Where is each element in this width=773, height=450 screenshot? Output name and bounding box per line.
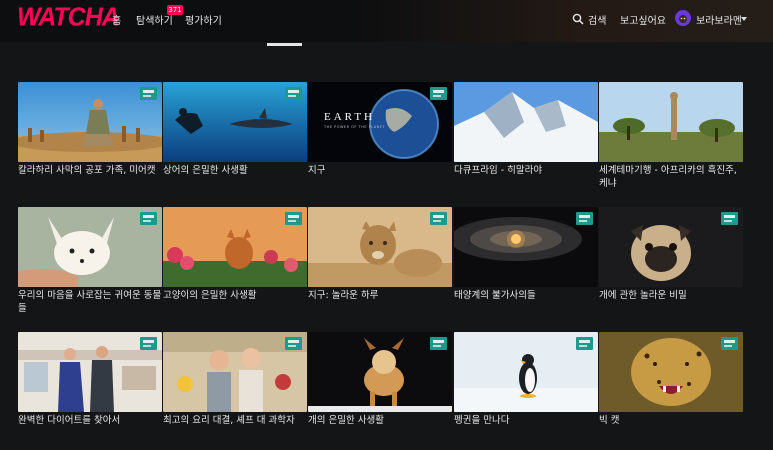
top-navigation-bar: WATCHA 홈 탐색하기 371 평가하기 검색 보고싶어요 보라보라멘 [0,0,773,42]
user-name[interactable]: 보라보라멘 [696,12,742,27]
bbc-earth-badge [721,212,738,225]
bbc-earth-badge [576,337,593,350]
poster-chef-vs-scientist[interactable] [163,332,307,412]
search-icon[interactable] [572,13,584,25]
poster-cat[interactable] [163,207,307,287]
poster-solar-system[interactable] [454,207,598,287]
card-title[interactable]: 칼라하리 사막의 공포 가족, 미어캣 [18,164,162,177]
poster-pug[interactable] [599,207,743,287]
earth-subtitle: THE POWER OF THE PLANET [323,125,386,129]
bbc-earth-badge [285,87,302,100]
nav-wishlist[interactable]: 보고싶어요 [620,12,666,27]
watcha-logo[interactable]: WATCHA [17,2,120,32]
poster-kenya[interactable] [599,82,743,162]
nav-search[interactable]: 검색 [588,12,606,27]
card-title[interactable]: 펭귄을 만나다 [454,414,598,427]
card-title[interactable]: 태양계의 불가사의들 [454,289,598,302]
bbc-earth-badge [576,212,593,225]
card-title[interactable]: 완벽한 다이어트를 찾아서 [18,414,162,427]
poster-dog[interactable] [308,332,452,412]
card-title[interactable]: 최고의 요리 대결, 셰프 대 과학자 [163,414,307,427]
chevron-down-icon[interactable] [741,17,747,21]
card-title[interactable]: 다큐프라임 - 히말라야 [454,164,598,177]
user-avatar[interactable] [675,10,691,26]
poster-shark[interactable] [163,82,307,162]
bbc-earth-badge [140,212,157,225]
bbc-earth-badge [430,87,447,100]
nav-home[interactable]: 홈 [112,12,121,27]
bbc-earth-badge [140,337,157,350]
bbc-earth-badge [430,337,447,350]
poster-meerkat[interactable] [18,82,162,162]
bbc-earth-badge [285,212,302,225]
bbc-earth-badge [721,337,738,350]
card-title[interactable]: 세계테마기행 - 아프리카의 흑진주, 케냐 [599,164,743,190]
card-title[interactable]: 상어의 은밀한 사생활 [163,164,307,177]
poster-big-cat[interactable] [599,332,743,412]
card-title[interactable]: 지구 [308,164,452,177]
poster-himalaya[interactable] [454,82,598,162]
card-title[interactable]: 고양이의 은밀한 사생활 [163,289,307,302]
bbc-earth-badge [430,212,447,225]
card-title[interactable]: 지구: 놀라운 하루 [308,289,452,302]
poster-penguin[interactable] [454,332,598,412]
card-title[interactable]: 개에 관한 놀라운 비밀 [599,289,743,302]
explore-count-badge: 371 [167,5,183,15]
poster-diet[interactable] [18,332,162,412]
poster-lion[interactable] [308,207,452,287]
poster-earth[interactable]: EARTH THE POWER OF THE PLANET [308,82,452,162]
earth-title: EARTH [324,111,375,123]
nav-rate[interactable]: 평가하기 [185,12,222,27]
card-title[interactable]: 우리의 마음을 사로잡는 귀여운 동물들 [18,289,162,315]
card-title[interactable]: 빅 캣 [599,414,743,427]
card-title[interactable]: 개의 은밀한 사생활 [308,414,452,427]
active-tab-indicator [267,43,302,46]
poster-fennec[interactable] [18,207,162,287]
bbc-earth-badge [285,337,302,350]
bbc-earth-badge [140,87,157,100]
